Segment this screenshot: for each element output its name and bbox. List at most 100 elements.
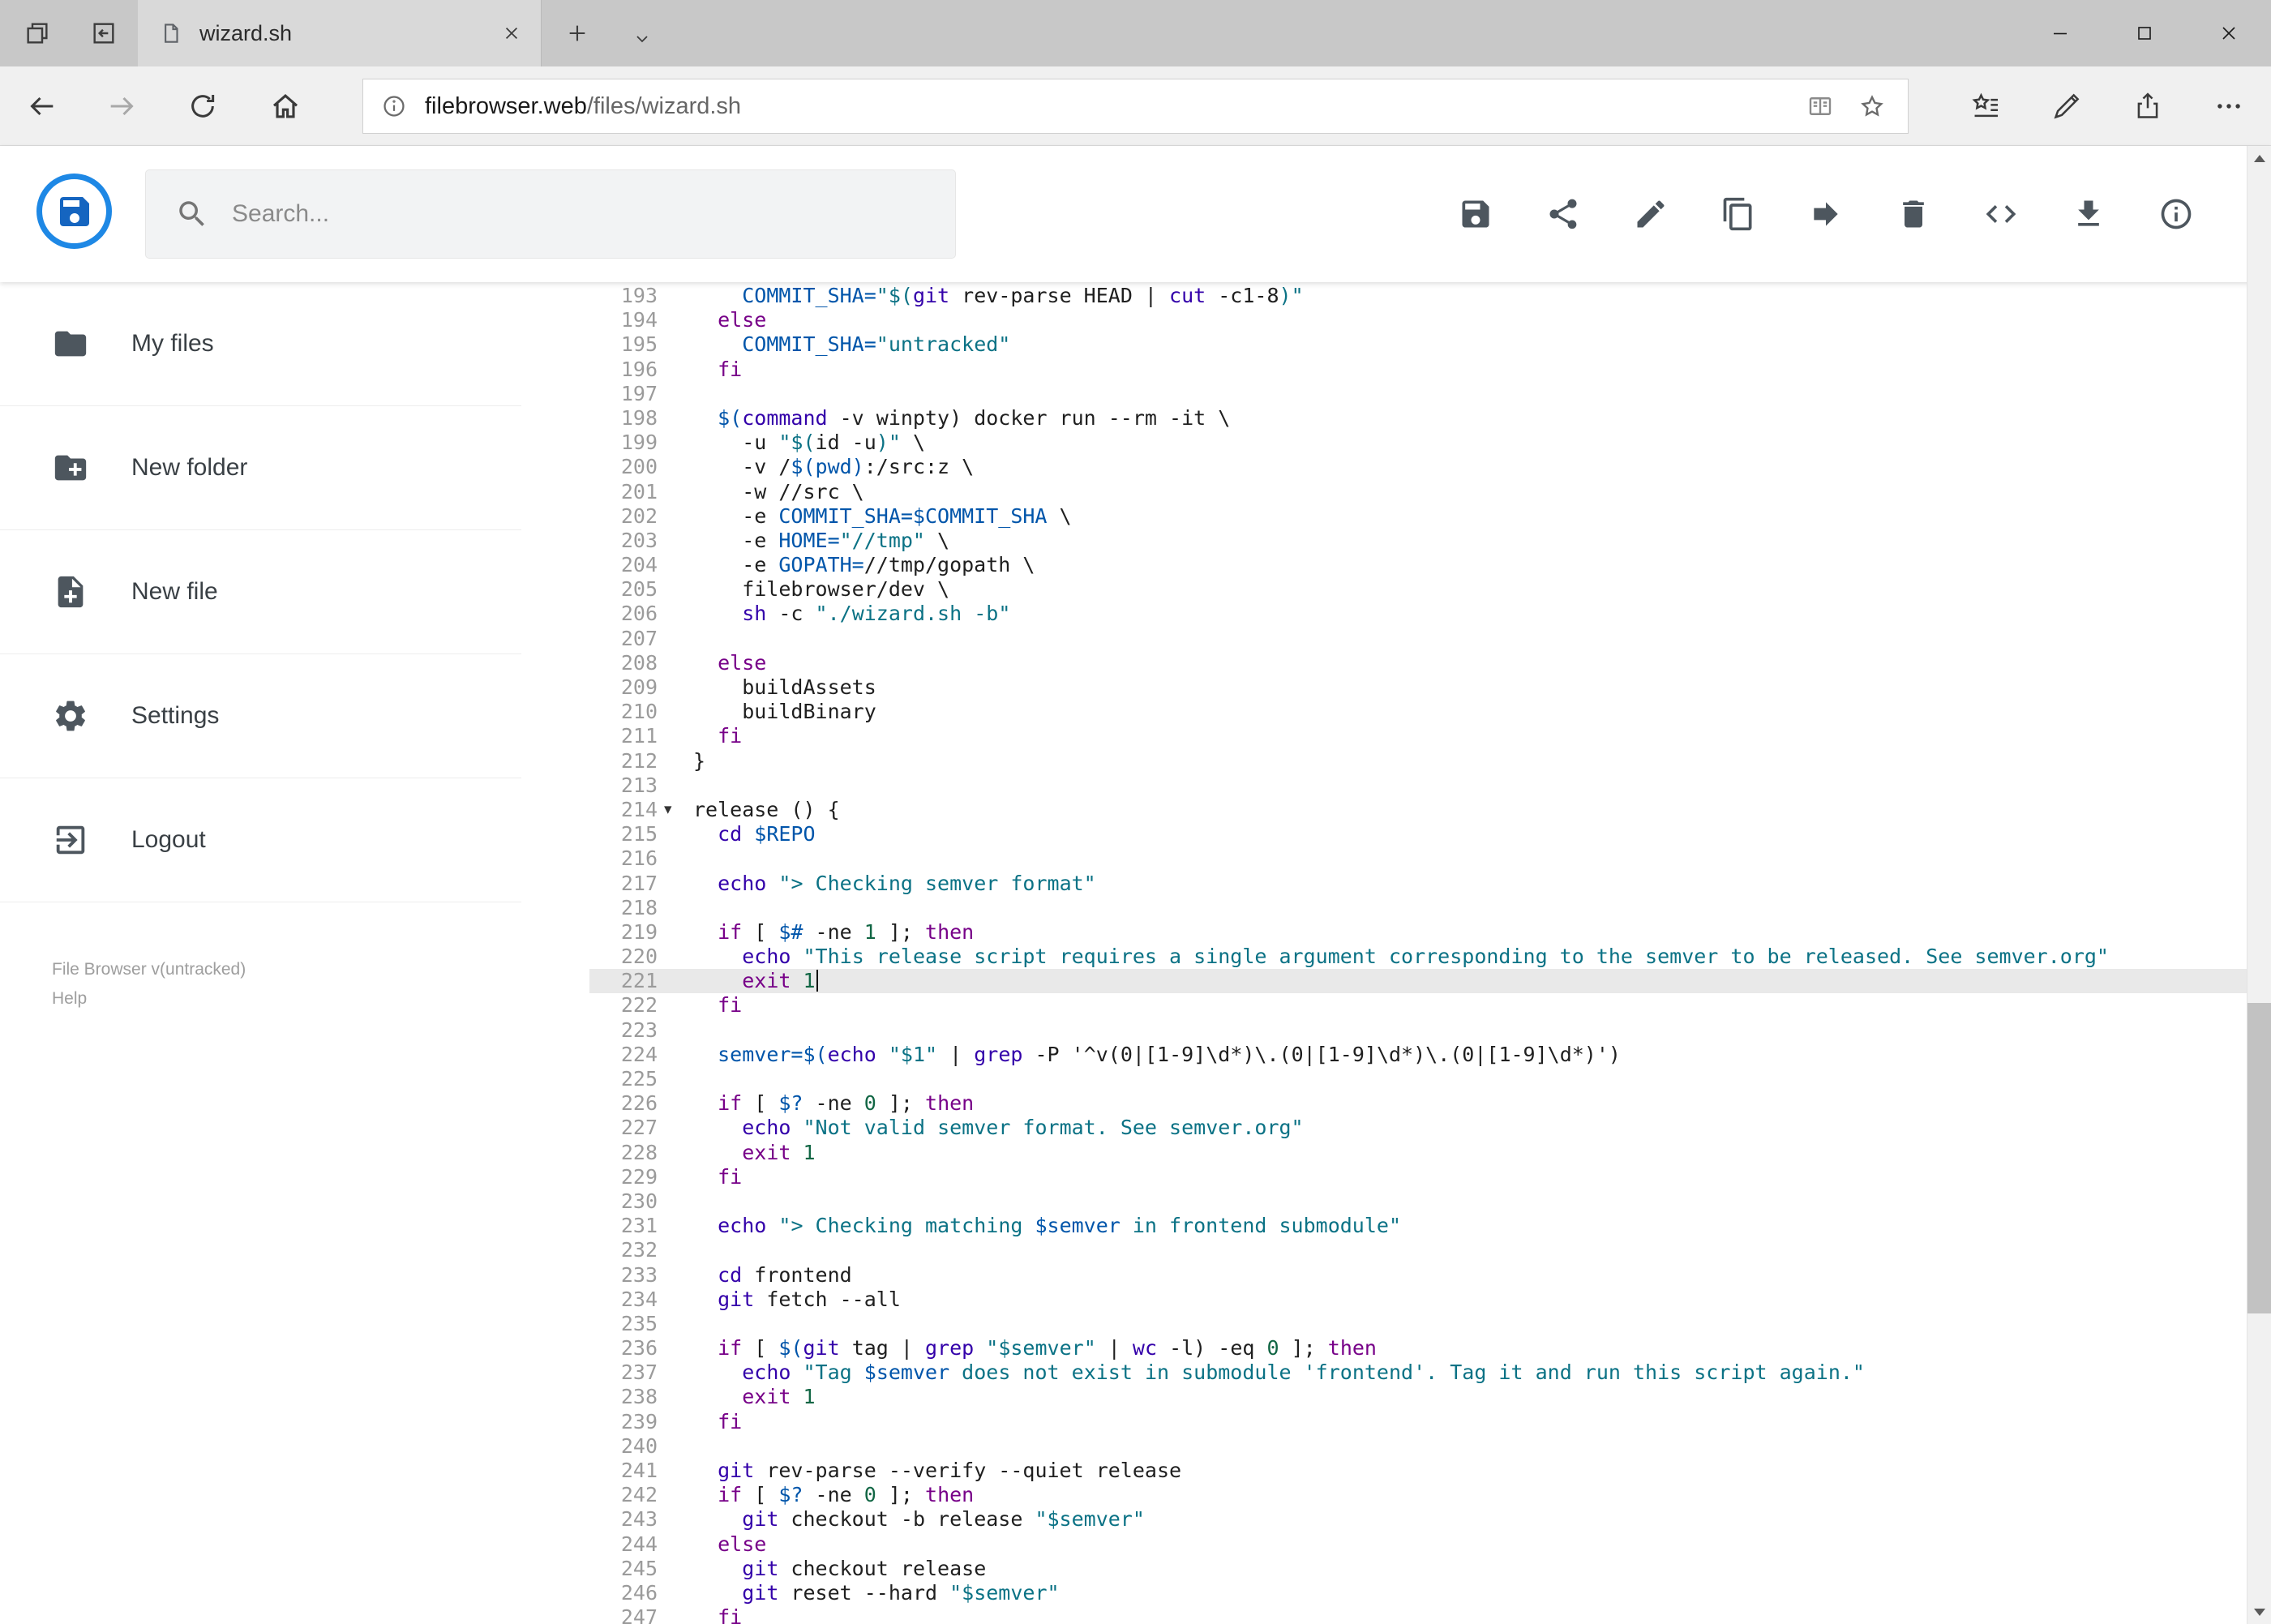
web-note-pen-icon[interactable] [2044, 84, 2089, 129]
code-line[interactable]: 207 [589, 627, 2247, 651]
home-icon[interactable] [263, 84, 308, 129]
close-button[interactable] [2187, 0, 2271, 66]
code-line[interactable]: 225 [589, 1067, 2247, 1091]
back-icon[interactable] [19, 84, 65, 129]
code-line[interactable]: 198 $(command -v winpty) docker run --rm… [589, 406, 2247, 431]
code-line[interactable]: 242 if [ $? -ne 0 ]; then [589, 1483, 2247, 1507]
code-line[interactable]: 243 git checkout -b release "$semver" [589, 1507, 2247, 1532]
code-line[interactable]: 195 COMMIT_SHA="untracked" [589, 332, 2247, 357]
code-line[interactable]: 221 exit 1 [589, 969, 2247, 994]
sidebar-item-logout[interactable]: Logout [0, 778, 521, 902]
code-line[interactable]: 202 -e COMMIT_SHA=$COMMIT_SHA \ [589, 504, 2247, 529]
code-line[interactable]: 240 [589, 1434, 2247, 1459]
code-line[interactable]: 199 -u "$(id -u)" \ [589, 431, 2247, 455]
save-icon[interactable] [1457, 195, 1494, 233]
code-line[interactable]: 203 -e HOME="//tmp" \ [589, 529, 2247, 553]
code-icon[interactable] [1982, 195, 2020, 233]
reading-view-icon[interactable] [1806, 92, 1835, 121]
code-line[interactable]: 235 [589, 1312, 2247, 1336]
help-link[interactable]: Help [52, 984, 246, 1013]
code-line[interactable]: 246 git reset --hard "$semver" [589, 1581, 2247, 1605]
code-line[interactable]: 232 [589, 1238, 2247, 1262]
code-line[interactable]: 238 exit 1 [589, 1385, 2247, 1409]
code-line[interactable]: 214 ▾ release () { [589, 798, 2247, 822]
scrollbar-thumb[interactable] [2247, 1003, 2271, 1314]
info-icon[interactable] [2157, 195, 2195, 233]
code-line[interactable]: 239 fi [589, 1410, 2247, 1434]
code-line[interactable]: 230 [589, 1189, 2247, 1214]
scrollbar[interactable] [2247, 146, 2271, 1624]
code-line[interactable]: 196 fi [589, 358, 2247, 382]
code-line[interactable]: 193 COMMIT_SHA="$(git rev-parse HEAD | c… [589, 284, 2247, 308]
code-line[interactable]: 219 if [ $# -ne 1 ]; then [589, 920, 2247, 945]
code-line[interactable]: 218 [589, 896, 2247, 920]
code-line[interactable]: 237 echo "Tag $semver does not exist in … [589, 1360, 2247, 1385]
code-line[interactable]: 229 fi [589, 1165, 2247, 1189]
sidebar-item-new-file[interactable]: New file [0, 530, 521, 654]
code-line[interactable]: 210 buildBinary [589, 700, 2247, 724]
minimize-button[interactable] [2018, 0, 2102, 66]
share-page-icon[interactable] [2125, 84, 2170, 129]
set-tabs-aside-icon[interactable] [81, 11, 126, 56]
version-link[interactable]: File Browser v(untracked) [52, 955, 246, 984]
tabs-preview-icon[interactable] [15, 11, 60, 56]
browser-tab[interactable]: wizard.sh [138, 0, 542, 66]
tab-close-icon[interactable] [489, 11, 534, 56]
code-line[interactable]: 208 else [589, 651, 2247, 675]
edit-icon[interactable] [1632, 195, 1669, 233]
code-line[interactable]: 194 else [589, 308, 2247, 332]
code-line[interactable]: 209 buildAssets [589, 675, 2247, 700]
tab-list-chevron-icon[interactable] [619, 16, 665, 62]
code-line[interactable]: 247 fi [589, 1605, 2247, 1624]
code-line[interactable]: 212} [589, 749, 2247, 773]
sidebar-item-my-files[interactable]: My files [0, 282, 521, 406]
download-icon[interactable] [2070, 195, 2107, 233]
sidebar-item-settings[interactable]: Settings [0, 654, 521, 778]
share-icon[interactable] [1545, 195, 1582, 233]
forward-icon[interactable] [99, 84, 144, 129]
search-bar[interactable] [145, 169, 956, 259]
scroll-up-icon[interactable] [2247, 146, 2271, 170]
code-line[interactable]: 244 else [589, 1532, 2247, 1557]
code-line[interactable]: 213 [589, 773, 2247, 798]
site-info-icon[interactable] [381, 93, 407, 119]
code-line[interactable]: 197 [589, 382, 2247, 406]
favorites-hub-icon[interactable] [1963, 84, 2008, 129]
code-line[interactable]: 233 cd frontend [589, 1263, 2247, 1288]
code-line[interactable]: 216 [589, 846, 2247, 871]
scroll-down-icon[interactable] [2247, 1600, 2271, 1624]
code-line[interactable]: 200 -v /$(pwd):/src:z \ [589, 455, 2247, 479]
refresh-icon[interactable] [180, 84, 225, 129]
fold-arrow-icon[interactable]: ▾ [658, 798, 693, 822]
address-bar[interactable]: filebrowser.web/files/wizard.sh [362, 79, 1909, 134]
code-line[interactable]: 234 git fetch --all [589, 1288, 2247, 1312]
code-line[interactable]: 226 if [ $? -ne 0 ]; then [589, 1091, 2247, 1116]
more-menu-icon[interactable] [2206, 84, 2252, 129]
sidebar-item-new-folder[interactable]: New folder [0, 406, 521, 530]
code-line[interactable]: 241 git rev-parse --verify --quiet relea… [589, 1459, 2247, 1483]
code-line[interactable]: 224 semver=$(echo "$1" | grep -P '^v(0|[… [589, 1043, 2247, 1067]
code-line[interactable]: 223 [589, 1018, 2247, 1043]
code-line[interactable]: 231 echo "> Checking matching $semver in… [589, 1214, 2247, 1238]
code-line[interactable]: 236 if [ $(git tag | grep "$semver" | wc… [589, 1336, 2247, 1360]
code-line[interactable]: 211 fi [589, 724, 2247, 748]
code-line[interactable]: 205 filebrowser/dev \ [589, 577, 2247, 602]
new-tab-button[interactable] [555, 11, 600, 56]
code-editor[interactable]: 193 COMMIT_SHA="$(git rev-parse HEAD | c… [589, 284, 2247, 1624]
maximize-button[interactable] [2102, 0, 2187, 66]
code-line[interactable]: 245 git checkout release [589, 1557, 2247, 1581]
code-line[interactable]: 228 exit 1 [589, 1141, 2247, 1165]
delete-icon[interactable] [1895, 195, 1932, 233]
copy-icon[interactable] [1720, 195, 1757, 233]
filebrowser-logo[interactable] [36, 174, 112, 249]
code-line[interactable]: 215 cd $REPO [589, 822, 2247, 846]
code-line[interactable]: 204 -e GOPATH=//tmp/gopath \ [589, 553, 2247, 577]
code-line[interactable]: 217 echo "> Checking semver format" [589, 872, 2247, 896]
favorite-star-icon[interactable] [1858, 92, 1887, 121]
code-line[interactable]: 201 -w //src \ [589, 480, 2247, 504]
code-line[interactable]: 206 sh -c "./wizard.sh -b" [589, 602, 2247, 626]
move-icon[interactable] [1807, 195, 1845, 233]
search-input[interactable] [232, 200, 921, 228]
code-line[interactable]: 220 echo "This release script requires a… [589, 945, 2247, 969]
code-line[interactable]: 222 fi [589, 993, 2247, 1018]
